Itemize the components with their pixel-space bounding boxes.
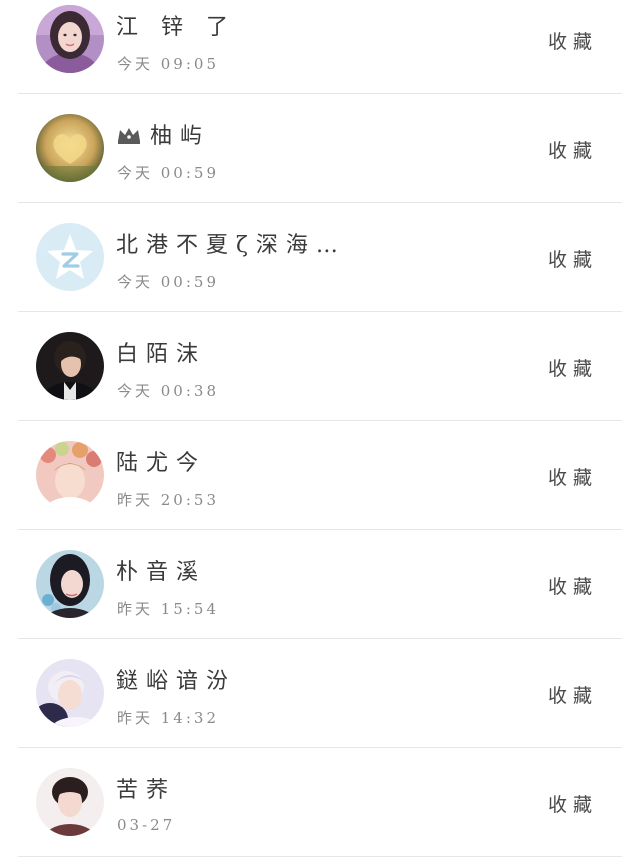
last-message-time: 昨天 20:53	[117, 491, 219, 509]
contact-name-text: 柚屿	[150, 124, 211, 149]
favorite-button[interactable]: 收藏	[548, 790, 598, 817]
last-message-time: 今天 09:05	[117, 55, 219, 73]
list-item[interactable]: 朴音溪 昨天 15:54 收藏	[0, 530, 640, 639]
avatar[interactable]	[36, 114, 104, 182]
avatar[interactable]	[36, 441, 104, 509]
favorite-button[interactable]: 收藏	[548, 354, 598, 381]
default-star-icon	[36, 223, 104, 291]
last-message-time: 03-27	[117, 816, 176, 834]
divider	[18, 856, 622, 857]
girl-portrait-2-icon	[36, 550, 104, 618]
avatar[interactable]	[36, 550, 104, 618]
contact-name: 柚屿	[116, 118, 210, 150]
avatar[interactable]	[36, 332, 104, 400]
crown-icon	[118, 128, 140, 144]
contact-name: 江 锌 了	[116, 15, 236, 40]
contact-name: 朴音溪	[116, 560, 207, 585]
boy-portrait-icon	[36, 332, 104, 400]
contact-list: 江 锌 了 今天 09:05 收藏 柚屿 今天 00:59 收藏 北港不夏ζ深海…	[0, 0, 640, 860]
list-item[interactable]: 陆尤今 昨天 20:53 收藏	[0, 421, 640, 530]
contact-name: 鎹峪谙汾	[116, 669, 237, 694]
list-item[interactable]: 北港不夏ζ深海… 今天 00:59 收藏	[0, 203, 640, 312]
list-item[interactable]: 白陌沫 今天 00:38 收藏	[0, 312, 640, 421]
boy-portrait-2-icon	[36, 659, 104, 727]
avatar[interactable]	[36, 223, 104, 291]
heart-photo-icon	[36, 114, 104, 182]
boy-portrait-3-icon	[36, 768, 104, 836]
contact-name: 北港不夏ζ深海…	[116, 233, 346, 258]
favorite-button[interactable]: 收藏	[548, 572, 598, 599]
contact-name: 白陌沫	[116, 342, 207, 367]
favorite-button[interactable]: 收藏	[548, 27, 598, 54]
last-message-time: 今天 00:59	[117, 273, 219, 291]
last-message-time: 昨天 15:54	[117, 600, 219, 618]
favorite-button[interactable]: 收藏	[548, 245, 598, 272]
avatar[interactable]	[36, 659, 104, 727]
list-item[interactable]: 柚屿 今天 00:59 收藏	[0, 94, 640, 203]
girl-portrait-icon	[36, 5, 104, 73]
favorite-button[interactable]: 收藏	[548, 136, 598, 163]
contact-name: 苦荞	[116, 778, 177, 803]
list-item[interactable]: 江 锌 了 今天 09:05 收藏	[0, 0, 640, 94]
last-message-time: 今天 00:38	[117, 382, 219, 400]
contact-name: 陆尤今	[116, 451, 207, 476]
favorite-button[interactable]: 收藏	[548, 681, 598, 708]
avatar[interactable]	[36, 5, 104, 73]
list-item[interactable]: 苦荞 03-27 收藏	[0, 748, 640, 857]
favorite-button[interactable]: 收藏	[548, 463, 598, 490]
last-message-time: 今天 00:59	[117, 164, 219, 182]
avatar[interactable]	[36, 768, 104, 836]
list-item[interactable]: 鎹峪谙汾 昨天 14:32 收藏	[0, 639, 640, 748]
last-message-time: 昨天 14:32	[117, 709, 219, 727]
floral-portrait-icon	[36, 441, 104, 509]
